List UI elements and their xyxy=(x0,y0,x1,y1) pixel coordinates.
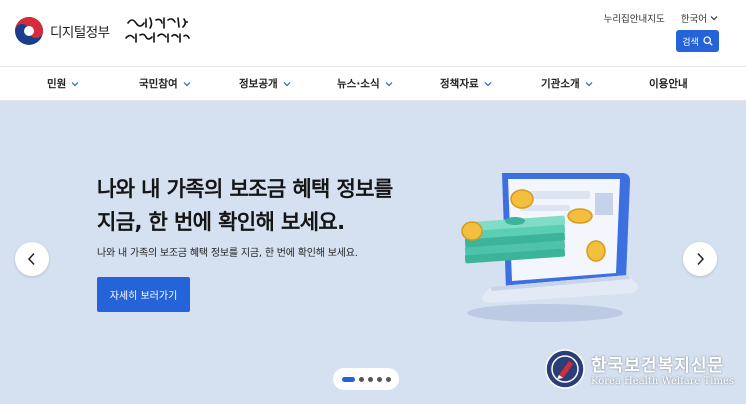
hero-title: 나와 내 가족의 보조금 혜택 정보를 지금, 한 번에 확인해 보세요. xyxy=(97,173,393,239)
nav-item-policy[interactable]: 정책자료 xyxy=(440,67,492,100)
pagination-dot[interactable] xyxy=(367,376,373,382)
logo-text: 디지털정부 xyxy=(50,25,110,41)
nav-item-label: 이용안내 xyxy=(649,78,688,90)
watermark-english: Korea Health Welfare Times xyxy=(591,376,735,387)
watermark-text: 한국보건복지신문 Korea Health Welfare Times xyxy=(591,351,734,387)
language-selector[interactable]: 한국어 xyxy=(681,11,718,25)
hero-title-line: 지금, 한 번에 확인해 보세요. xyxy=(97,210,345,234)
next-slide-button[interactable] xyxy=(683,242,717,276)
nav-item-label: 정책자료 xyxy=(440,78,479,90)
chevron-down-icon xyxy=(283,81,291,86)
chevron-down-icon xyxy=(710,16,718,21)
nav-item-label: 정보공개 xyxy=(239,78,278,90)
hero-banner: 나와 내 가족의 보조금 혜택 정보를 지금, 한 번에 확인해 보세요. 나와… xyxy=(0,101,746,404)
pagination-dot[interactable] xyxy=(358,376,364,382)
search-button[interactable]: 검색 xyxy=(676,30,719,52)
sitemap-link[interactable]: 누리집안내지도 xyxy=(604,11,665,25)
newspaper-seal-icon xyxy=(545,349,585,389)
chevron-down-icon xyxy=(71,81,79,86)
main-navigation: 민원 국민참여 정보공개 뉴스·소식 정책자료 기관소개 이용안내 xyxy=(0,66,746,101)
nav-item-news[interactable]: 뉴스·소식 xyxy=(337,67,393,100)
watermark: 한국보건복지신문 Korea Health Welfare Times xyxy=(545,349,734,389)
hero-subtitle: 나와 내 가족의 보조금 혜택 정보를 지금, 한 번에 확인해 보세요. xyxy=(97,248,358,259)
hero-title-line: 나와 내 가족의 보조금 혜택 정보를 xyxy=(97,177,393,201)
chevron-down-icon xyxy=(183,81,191,86)
language-label: 한국어 xyxy=(680,14,707,25)
nav-item-label: 뉴스·소식 xyxy=(337,78,380,90)
money-stack-icon xyxy=(464,215,566,264)
laptop-money-illustration xyxy=(461,173,638,322)
nav-item-guide[interactable]: 이용안내 xyxy=(649,67,688,100)
pagination-dot[interactable] xyxy=(376,376,382,382)
chevron-left-icon xyxy=(27,252,35,266)
prev-slide-button[interactable] xyxy=(15,242,49,276)
taegeuk-logo-icon xyxy=(15,17,43,45)
utility-links: 누리집안내지도 한국어 xyxy=(604,11,718,25)
site-logo[interactable]: 디지털정부 xyxy=(14,16,110,46)
nav-item-label: 국민참여 xyxy=(139,78,178,90)
slogan-calligraphy xyxy=(125,17,190,43)
search-button-label: 검색 xyxy=(682,37,699,48)
slide-pagination xyxy=(333,368,399,390)
nav-item-participation[interactable]: 국민참여 xyxy=(139,67,191,100)
pagination-dot-active[interactable] xyxy=(341,376,355,382)
nav-item-about[interactable]: 기관소개 xyxy=(541,67,593,100)
nav-item-label: 기관소개 xyxy=(541,78,580,90)
nav-item-label: 민원 xyxy=(47,78,67,90)
watermark-korean: 한국보건복지신문 xyxy=(591,356,725,376)
nav-item-disclosure[interactable]: 정보공개 xyxy=(239,67,291,100)
nav-item-civil[interactable]: 민원 xyxy=(47,67,79,100)
chevron-down-icon xyxy=(585,81,593,86)
chevron-down-icon xyxy=(484,81,492,86)
search-icon xyxy=(703,36,713,46)
site-header: 디지털정부 누리집안내지도 한국어 검색 xyxy=(0,0,746,66)
view-details-button[interactable]: 자세히 보러가기 xyxy=(97,277,190,312)
chevron-down-icon xyxy=(385,81,393,86)
chevron-right-icon xyxy=(697,252,705,266)
pagination-dot[interactable] xyxy=(385,376,391,382)
